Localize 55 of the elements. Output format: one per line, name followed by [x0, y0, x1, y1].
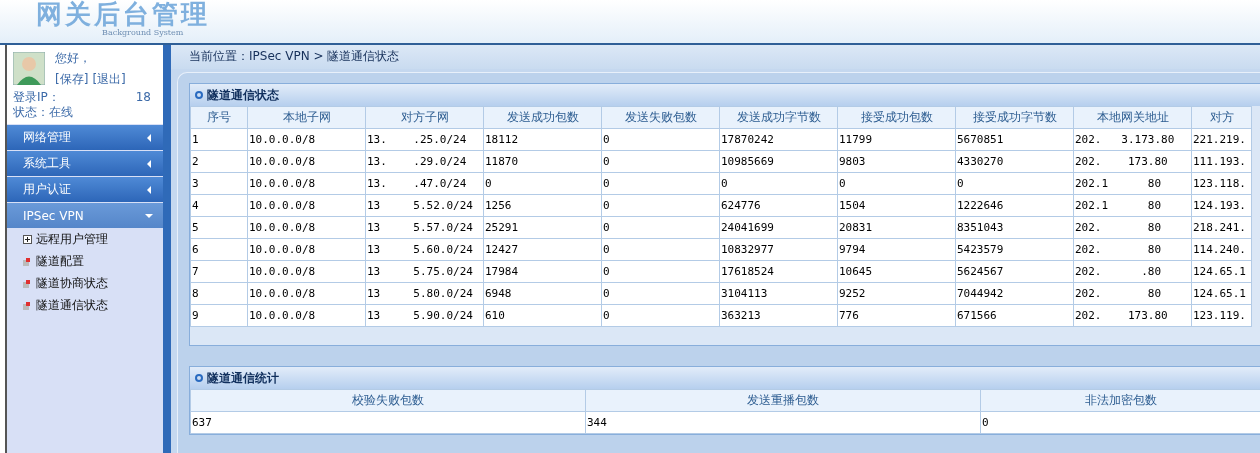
- table-cell: 1: [190, 128, 248, 151]
- nav-subitem[interactable]: 隧道协商状态: [7, 272, 163, 294]
- bullet-icon: [23, 278, 32, 288]
- nav-subitem[interactable]: 远程用户管理: [7, 228, 163, 250]
- column-header: 发送重播包数: [585, 389, 981, 412]
- column-header: 接受成功包数: [837, 106, 956, 129]
- login-ip-label: 登录IP：: [13, 90, 60, 105]
- greeting: 您好，: [55, 50, 92, 67]
- bullet-icon: [23, 256, 32, 266]
- column-header: 校验失败包数: [190, 389, 586, 412]
- user-status: 状态：在线: [13, 105, 74, 120]
- caret-down-icon: [145, 211, 153, 220]
- nav-menu-item[interactable]: 系统工具: [7, 151, 163, 176]
- app-subtitle: Background System: [102, 28, 185, 38]
- user-action-link[interactable]: [退出]: [92, 68, 126, 90]
- column-header: 发送失败包数: [601, 106, 720, 129]
- panel-title: 隧道通信统计: [207, 369, 279, 387]
- column-header: 对方子网: [365, 106, 484, 129]
- nav-subitem[interactable]: 隧道配置: [7, 250, 163, 272]
- bullet-icon: [195, 91, 203, 99]
- column-header: 发送成功包数: [483, 106, 602, 129]
- panel-title: 隧道通信状态: [207, 86, 279, 104]
- column-header: 序号: [190, 106, 248, 129]
- nav-menu-item[interactable]: 用户认证: [7, 177, 163, 202]
- table-cell: 6: [190, 238, 248, 261]
- user-action-link[interactable]: [保存]: [55, 68, 89, 90]
- table-cell: 5: [190, 216, 248, 239]
- bullet-icon: [195, 374, 203, 382]
- caret-left-icon: [145, 159, 153, 168]
- table-cell: 2: [190, 150, 248, 173]
- column-header: 非法加密包数: [980, 389, 1260, 412]
- column-header: 本地网关地址: [1073, 106, 1192, 129]
- app-title: 网关后台管理: [36, 0, 211, 28]
- table-cell: 3: [190, 172, 248, 195]
- avatar-icon: [13, 52, 45, 85]
- breadcrumb: 当前位置：IPSec VPN > 隧道通信状态: [171, 45, 1260, 69]
- table-cell: 344: [585, 411, 981, 434]
- table-cell: 8: [190, 282, 248, 305]
- table-cell: 7: [190, 260, 248, 283]
- nav-subitem[interactable]: 隧道通信状态: [7, 294, 163, 316]
- table-cell: 9: [190, 304, 248, 327]
- bullet-icon: [23, 300, 32, 310]
- caret-left-icon: [145, 133, 153, 142]
- table-cell: 637: [190, 411, 586, 434]
- column-header: 本地子网: [247, 106, 366, 129]
- expand-icon: [23, 234, 32, 244]
- caret-left-icon: [145, 185, 153, 194]
- nav-menu-item[interactable]: IPSec VPN: [7, 203, 163, 228]
- nav-menu-item[interactable]: 网络管理: [7, 125, 163, 150]
- column-header: 接受成功字节数: [955, 106, 1074, 129]
- column-header: 对方: [1191, 106, 1252, 129]
- column-header: 发送成功字节数: [719, 106, 838, 129]
- table-cell: 4: [190, 194, 248, 217]
- table-cell: 0: [980, 411, 1260, 434]
- login-ip-value: 18: [135, 90, 151, 105]
